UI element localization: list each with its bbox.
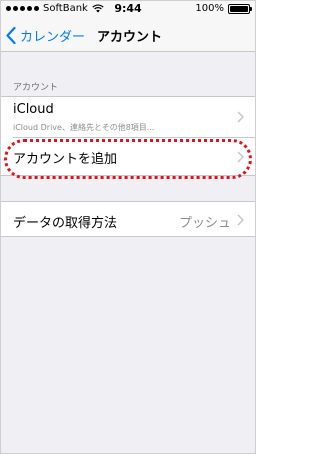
fetch-data-value: プッシュ (178, 216, 231, 231)
chevron-right-icon (237, 214, 244, 226)
navigation-bar: カレンダー アカウント (1, 17, 255, 52)
page-title: アカウント (97, 30, 163, 45)
back-label: カレンダー (20, 29, 86, 45)
status-right: 100% (195, 3, 252, 14)
fetch-group: データの取得方法 プッシュ (1, 201, 255, 237)
battery-fill (230, 5, 248, 12)
back-chevron-icon (6, 26, 16, 44)
status-bar: SoftBank 9:44 100% (1, 1, 255, 17)
battery-percent: 100% (195, 3, 224, 14)
icloud-subtitle: iCloud Drive、連絡先とその他8項目... (13, 123, 155, 132)
icloud-title: iCloud (13, 102, 54, 117)
fetch-data-row[interactable]: データの取得方法 プッシュ (1, 202, 255, 238)
add-account-title: アカウントを追加 (13, 152, 118, 167)
screen: SoftBank 9:44 100% カレンダー アカウント アカウント iCl… (0, 0, 256, 454)
accounts-group: iCloud iCloud Drive、連絡先とその他8項目... アカウントを… (1, 96, 255, 176)
battery-icon (228, 3, 252, 14)
icloud-row[interactable]: iCloud iCloud Drive、連絡先とその他8項目... (1, 97, 255, 138)
fetch-data-title: データの取得方法 (13, 216, 118, 231)
chevron-right-icon (237, 111, 244, 123)
top-bar: SoftBank 9:44 100% カレンダー アカウント (1, 1, 255, 52)
back-button[interactable]: カレンダー (6, 25, 85, 45)
add-account-row[interactable]: アカウントを追加 (1, 138, 255, 176)
chevron-right-icon (237, 151, 244, 163)
section-header-accounts: アカウント (13, 83, 59, 93)
